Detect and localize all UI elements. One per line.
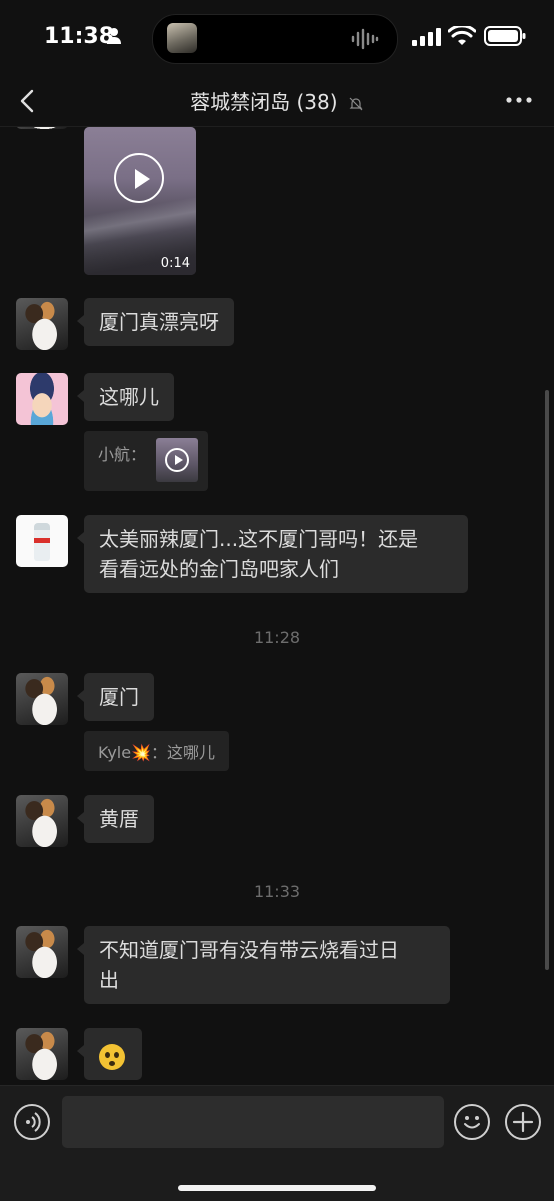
message-text-line: 出 (99, 968, 119, 992)
quote-sender: 小航： (98, 445, 147, 464)
more-options-button[interactable] (504, 92, 534, 108)
avatar[interactable] (16, 127, 68, 129)
play-icon[interactable] (114, 153, 164, 203)
chat-title: 蓉城禁闭岛 (38) (0, 86, 554, 115)
person-icon (107, 28, 121, 44)
battery-icon (484, 26, 526, 46)
voice-icon (26, 1112, 41, 1132)
timestamp: 11:33 (253, 882, 301, 901)
chat-title-text: 蓉城禁闭岛 (38) (190, 90, 338, 114)
avatar[interactable] (16, 298, 68, 350)
audio-waveform-icon (351, 28, 379, 50)
now-playing-artwork (167, 23, 197, 53)
voice-input-button[interactable] (14, 1104, 50, 1140)
flushed-emoji-icon (99, 1043, 125, 1070)
avatar[interactable] (16, 673, 68, 725)
video-message[interactable]: 0:14 (84, 127, 196, 275)
message-list[interactable]: 0:14 厦门真漂亮呀 这哪儿 小航： 太美丽辣厦门...这不厦门哥吗！还是 看… (0, 127, 554, 1085)
quoted-video-thumbnail[interactable] (156, 438, 198, 482)
plus-icon (512, 1111, 534, 1133)
emoji-button[interactable] (454, 1104, 490, 1140)
cellular-signal-icon (412, 28, 441, 46)
play-icon (165, 448, 189, 472)
message-bubble[interactable] (77, 1028, 142, 1080)
message-bubble[interactable]: 厦门 (77, 673, 154, 721)
input-bar (0, 1085, 554, 1201)
timestamp: 11:28 (253, 628, 301, 647)
home-indicator[interactable] (178, 1185, 376, 1191)
quoted-message[interactable]: Kyle💥：这哪儿 (84, 731, 230, 771)
avatar[interactable] (16, 926, 68, 978)
video-duration: 0:14 (160, 256, 190, 271)
message-bubble[interactable]: 厦门真漂亮呀 (77, 298, 234, 346)
status-time: 11:38 (44, 24, 115, 49)
dynamic-island[interactable] (152, 14, 398, 64)
message-bubble[interactable]: 太美丽辣厦门...这不厦门哥吗！还是 看看远处的金门岛吧家人们 (77, 515, 468, 593)
message-input[interactable] (62, 1096, 444, 1148)
more-functions-button[interactable] (505, 1104, 541, 1140)
message-bubble[interactable]: 这哪儿 (77, 373, 174, 421)
avatar[interactable] (16, 795, 68, 847)
chat-header: 蓉城禁闭岛 (38) (0, 76, 554, 127)
wifi-icon (448, 26, 476, 45)
scrollbar[interactable] (545, 390, 549, 970)
mute-bell-icon (349, 97, 363, 110)
message-text-line: 不知道厦门哥有没有带云烧看过日 (99, 938, 399, 962)
avatar[interactable] (16, 1028, 68, 1080)
message-text-line: 看看远处的金门岛吧家人们 (99, 557, 339, 581)
avatar[interactable] (16, 373, 68, 425)
status-bar: 11:38 (0, 0, 554, 76)
message-bubble[interactable]: 不知道厦门哥有没有带云烧看过日 出 (77, 926, 450, 1004)
smiley-icon (464, 1116, 480, 1129)
avatar[interactable] (16, 515, 68, 567)
message-bubble[interactable]: 黄厝 (77, 795, 154, 843)
message-text-line: 太美丽辣厦门...这不厦门哥吗！还是 (99, 527, 419, 551)
